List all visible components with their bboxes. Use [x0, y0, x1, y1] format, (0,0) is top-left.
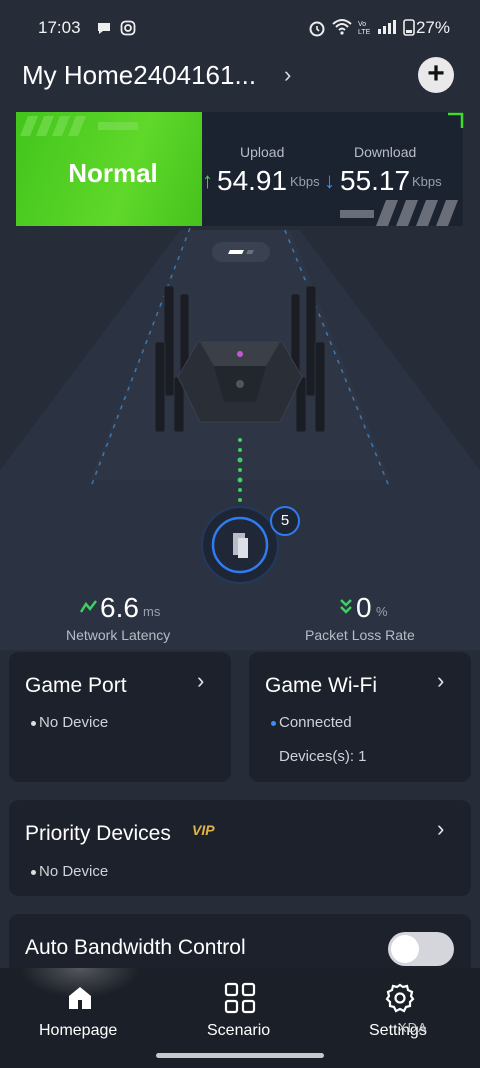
- stripe-decoration-right: [340, 200, 458, 226]
- game-wifi-status-text: Connected: [279, 714, 352, 731]
- vip-badge: VIP: [192, 822, 215, 838]
- svg-text:Vo: Vo: [358, 21, 366, 28]
- nav-homepage[interactable]: Homepage: [20, 978, 140, 1050]
- game-port-status: No Device: [31, 714, 108, 731]
- nav-scenario-label: Scenario: [207, 1022, 271, 1039]
- latency-icon: [80, 600, 97, 613]
- battery-percent: 27%: [415, 18, 450, 37]
- status-text: Normal: [68, 158, 158, 188]
- gesture-handle[interactable]: [156, 1053, 324, 1058]
- chevron-right-icon: ›: [437, 816, 445, 841]
- game-port-title: Game Port: [25, 674, 127, 697]
- volte-icon: VoLTE: [358, 21, 370, 36]
- upload-value: 54.91: [217, 165, 288, 196]
- game-wifi-card[interactable]: Game Wi-Fi › Connected Devices(s): 1: [249, 652, 471, 782]
- priority-devices-title: Priority Devices: [25, 822, 171, 845]
- priority-devices-card[interactable]: Priority Devices › No Device: [9, 800, 471, 896]
- connection-line: [237, 438, 243, 502]
- router-image: [154, 285, 326, 433]
- upload-unit: Kbps: [290, 174, 320, 189]
- packet-loss-icon: [340, 599, 352, 614]
- carousel-dot-active: [228, 250, 244, 254]
- loss-value: 0: [356, 592, 372, 623]
- carousel-indicator: [212, 242, 270, 262]
- game-wifi-devices: Devices(s): 1: [279, 748, 367, 765]
- gear-icon: [385, 983, 415, 1013]
- instagram-icon: [120, 20, 136, 36]
- device-count: 5: [280, 512, 290, 529]
- home-icon: [69, 987, 91, 1009]
- chevron-right-icon[interactable]: ›: [284, 62, 291, 88]
- corner-accent: [448, 112, 464, 128]
- nav-homepage-label: Homepage: [39, 1022, 118, 1039]
- grid-icon: [224, 982, 256, 1014]
- device-count-badge: 5: [270, 506, 300, 536]
- download-arrow-icon: ↓: [324, 168, 335, 193]
- status-dot: [271, 720, 276, 726]
- chat-icon: [98, 23, 110, 34]
- priority-status-text: No Device: [39, 863, 109, 880]
- signal-icon: [378, 20, 396, 34]
- chevron-right-icon: ›: [197, 668, 205, 693]
- status-bar: 17:03 Vo LTE 27%: [0, 0, 480, 56]
- download-unit: Kbps: [412, 174, 442, 189]
- download-value: 55.17: [340, 165, 411, 196]
- loss-label: Packet Loss Rate: [305, 627, 415, 643]
- game-wifi-status: Connected: [271, 714, 352, 731]
- priority-status: No Device: [31, 863, 108, 880]
- loss-unit: %: [376, 604, 388, 619]
- chevron-right-icon: ›: [437, 668, 445, 693]
- stripe-decoration: [20, 116, 138, 136]
- toggle-knob: [391, 935, 419, 963]
- download-label: Download: [354, 144, 417, 160]
- add-button[interactable]: +: [418, 57, 454, 93]
- game-wifi-title: Game Wi-Fi: [265, 674, 377, 697]
- upload-arrow-icon: ↑: [202, 168, 213, 193]
- auto-bandwidth-title: Auto Bandwidth Control: [25, 936, 246, 959]
- nav-scenario[interactable]: Scenario: [180, 978, 300, 1050]
- battery-icon: [403, 19, 415, 36]
- alarm-icon: [309, 21, 325, 37]
- svg-text:LTE: LTE: [358, 29, 370, 36]
- watermark: XDA: [398, 1020, 428, 1035]
- upload-label: Upload: [240, 144, 285, 160]
- network-name[interactable]: My Home2404161...: [22, 60, 256, 91]
- game-port-card[interactable]: Game Port › No Device: [9, 652, 231, 782]
- carousel-dot: [246, 250, 254, 254]
- status-dot: [31, 720, 36, 726]
- wifi-icon: [332, 19, 352, 35]
- latency-label: Network Latency: [66, 627, 171, 643]
- game-port-status-text: No Device: [39, 714, 109, 731]
- latency-unit: ms: [143, 604, 161, 619]
- latency-value: 6.6: [100, 592, 139, 623]
- status-dot: [31, 869, 36, 875]
- status-time: 17:03: [38, 18, 81, 37]
- nav-settings[interactable]: Settings: [340, 978, 460, 1050]
